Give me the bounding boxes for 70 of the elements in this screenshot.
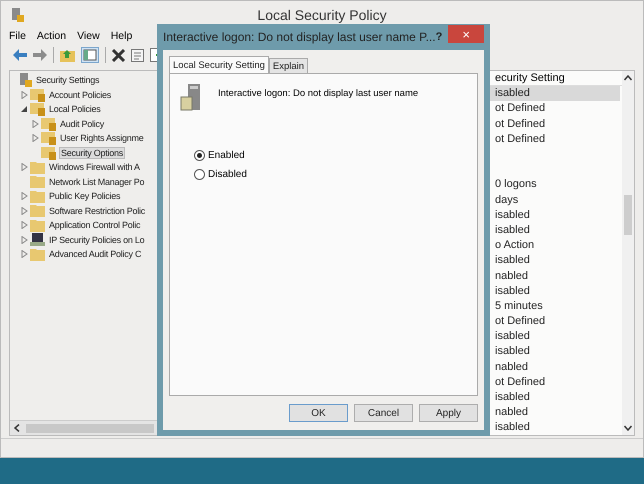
dialog-button[interactable]: OK bbox=[289, 404, 348, 422]
menu-item[interactable]: View bbox=[77, 30, 100, 42]
folder-icon bbox=[30, 190, 46, 203]
folder-up-icon[interactable] bbox=[60, 48, 75, 62]
column-header[interactable]: ecurity Setting bbox=[492, 72, 565, 84]
tab[interactable]: Local Security Setting bbox=[169, 56, 269, 74]
forward-arrow-icon[interactable] bbox=[33, 49, 47, 61]
tree-item[interactable]: Advanced Audit Policy C bbox=[48, 249, 142, 260]
properties-icon[interactable] bbox=[131, 48, 144, 62]
tree-item[interactable]: Security Options bbox=[59, 146, 126, 159]
policy-icon bbox=[19, 73, 33, 88]
radio-option[interactable]: Enabled bbox=[194, 150, 467, 161]
tree-item[interactable]: Audit Policy bbox=[59, 118, 106, 129]
radio-button[interactable] bbox=[194, 150, 205, 161]
tree-pane-icon[interactable] bbox=[81, 47, 99, 63]
computer-icon bbox=[30, 232, 46, 247]
dialog-title: Interactive logon: Do not display last user name P... bbox=[163, 30, 436, 44]
collapsed-arrow-icon[interactable] bbox=[21, 236, 28, 244]
menu-item[interactable]: File bbox=[9, 30, 26, 42]
scrollbar-thumb[interactable] bbox=[624, 195, 632, 235]
vertical-scrollbar[interactable] bbox=[622, 71, 634, 435]
tab[interactable]: Explain bbox=[268, 58, 308, 74]
radio-option[interactable]: Disabled bbox=[194, 169, 467, 180]
server-icon bbox=[180, 84, 202, 112]
collapsed-arrow-icon[interactable] bbox=[21, 192, 28, 200]
tree-item[interactable]: Security Settings bbox=[35, 75, 100, 86]
tree-item[interactable]: Application Control Polic bbox=[48, 220, 142, 230]
app-icon bbox=[11, 6, 25, 22]
collapsed-arrow-icon[interactable] bbox=[32, 120, 39, 128]
horizontal-scrollbar[interactable] bbox=[10, 420, 158, 435]
tree-item[interactable]: Network List Manager Po bbox=[48, 176, 146, 187]
expanded-arrow-icon[interactable] bbox=[21, 105, 28, 114]
scroll-down-icon[interactable] bbox=[624, 425, 632, 431]
collapsed-arrow-icon[interactable] bbox=[32, 134, 39, 142]
tree-item[interactable]: Software Restriction Polic bbox=[48, 206, 146, 216]
scroll-left-icon[interactable] bbox=[14, 424, 20, 432]
collapsed-arrow-icon[interactable] bbox=[21, 206, 28, 215]
delete-icon[interactable] bbox=[112, 48, 125, 62]
tree-item[interactable]: Windows Firewall with A bbox=[48, 162, 141, 172]
scrollbar-thumb[interactable] bbox=[26, 424, 154, 432]
collapsed-arrow-icon[interactable] bbox=[21, 163, 28, 172]
dialog-button[interactable]: Apply bbox=[419, 404, 478, 422]
scroll-up-icon[interactable] bbox=[624, 75, 632, 81]
locked-folder-icon bbox=[41, 116, 57, 131]
folder-icon bbox=[30, 160, 46, 174]
window-title: Local Security Policy bbox=[257, 6, 387, 22]
locked-folder-icon bbox=[41, 146, 57, 160]
menu-item[interactable]: Help bbox=[110, 30, 132, 42]
help-button[interactable]: ? bbox=[436, 31, 442, 43]
tree-item[interactable]: Account Policies bbox=[48, 90, 112, 100]
folder-icon bbox=[30, 248, 46, 261]
locked-folder-icon bbox=[30, 102, 46, 116]
dialog-button[interactable]: Cancel bbox=[354, 404, 413, 422]
menu-item[interactable]: Action bbox=[36, 30, 66, 42]
folder-icon bbox=[30, 218, 46, 232]
radio-button[interactable] bbox=[194, 169, 205, 180]
collapsed-arrow-icon[interactable] bbox=[21, 221, 28, 230]
locked-folder-icon bbox=[30, 88, 46, 102]
close-button[interactable]: × bbox=[448, 25, 484, 43]
tree-item[interactable]: Local Policies bbox=[48, 104, 102, 114]
folder-icon bbox=[30, 175, 46, 188]
policy-description: Interactive logon: Do not display last user name bbox=[218, 87, 418, 99]
tree-item[interactable]: Public Key Policies bbox=[48, 191, 122, 202]
collapsed-arrow-icon[interactable] bbox=[21, 250, 28, 258]
tree-item[interactable]: User Rights Assignme bbox=[59, 133, 145, 144]
folder-icon bbox=[30, 204, 46, 218]
tree-item[interactable]: IP Security Policies on Lo bbox=[48, 234, 146, 245]
locked-folder-icon bbox=[41, 131, 57, 146]
collapsed-arrow-icon[interactable] bbox=[21, 90, 28, 99]
back-arrow-icon[interactable] bbox=[13, 49, 27, 61]
